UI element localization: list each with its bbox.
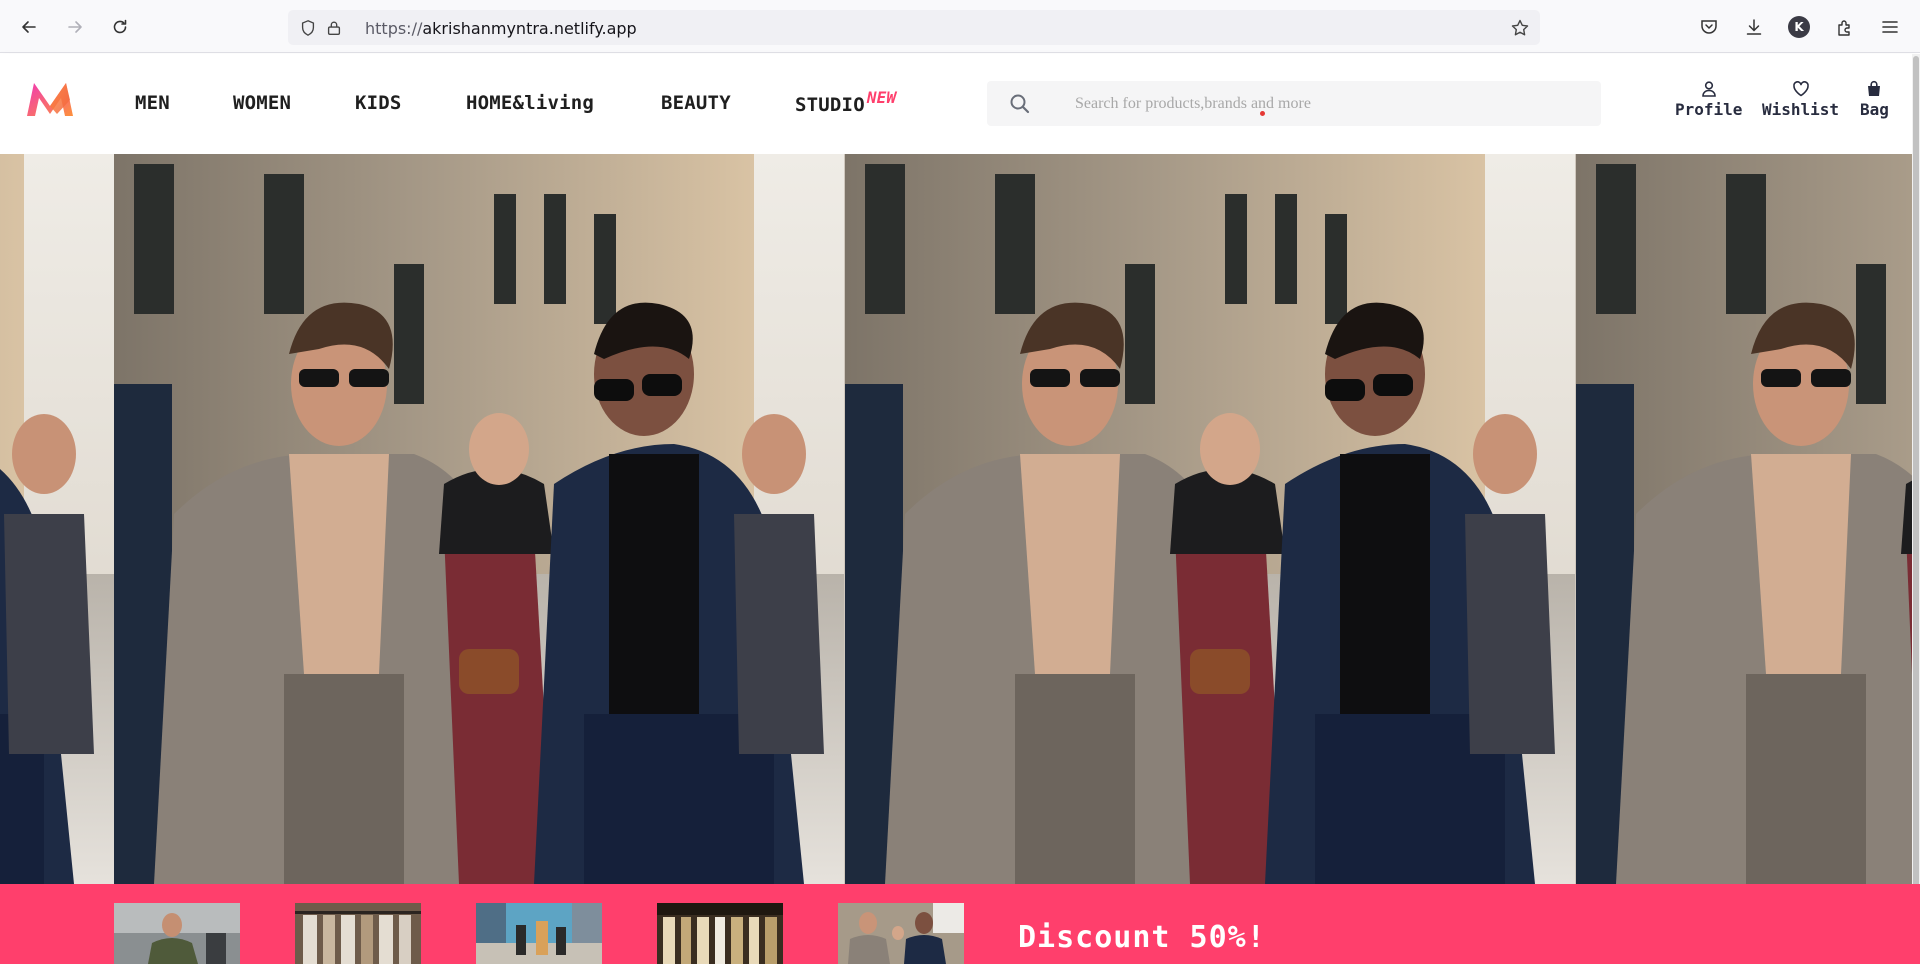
browser-toolbar: https://akrishanmyntra.netlify.app K bbox=[0, 0, 1920, 53]
search-bar[interactable] bbox=[987, 81, 1601, 126]
shield-icon[interactable] bbox=[298, 18, 318, 38]
heart-icon bbox=[1792, 81, 1809, 97]
nav-home-living[interactable]: HOME&living bbox=[466, 92, 594, 114]
extensions-icon[interactable] bbox=[1833, 15, 1857, 39]
back-icon[interactable] bbox=[15, 13, 43, 41]
search-icon[interactable] bbox=[1009, 93, 1031, 115]
nav-beauty[interactable]: BEAUTY bbox=[661, 92, 731, 114]
page-scrollbar[interactable] bbox=[1912, 54, 1920, 926]
url-scheme: https:// bbox=[365, 19, 423, 38]
search-input[interactable] bbox=[1075, 81, 1575, 126]
studio-new-badge: NEW bbox=[866, 88, 897, 107]
street-crowd-thumbnail[interactable] bbox=[476, 903, 602, 964]
promo-strip: Discount 50%! bbox=[0, 884, 1920, 964]
nav-studio-label: STUDIO bbox=[795, 94, 865, 116]
discount-text: Discount 50%! bbox=[1018, 920, 1266, 955]
myntra-logo[interactable] bbox=[24, 80, 76, 118]
bag-icon bbox=[1868, 80, 1881, 96]
profile-label: Profile bbox=[1675, 100, 1743, 119]
nav-men[interactable]: MEN bbox=[135, 92, 170, 114]
hero-image bbox=[1576, 154, 1920, 884]
nav-kids[interactable]: KIDS bbox=[355, 92, 402, 114]
address-bar[interactable]: https://akrishanmyntra.netlify.app bbox=[288, 10, 1540, 45]
star-icon[interactable] bbox=[1510, 18, 1530, 38]
hero-image bbox=[114, 154, 844, 884]
download-icon[interactable] bbox=[1742, 15, 1766, 39]
profile-icon bbox=[1701, 81, 1716, 97]
cursor-dot bbox=[1260, 111, 1265, 116]
wishlist-button[interactable]: Wishlist bbox=[1762, 80, 1839, 119]
hero-image bbox=[0, 154, 114, 884]
clothing-rack-thumbnail[interactable] bbox=[295, 903, 421, 964]
hero-banner[interactable] bbox=[0, 154, 1920, 884]
hero-image bbox=[845, 154, 1575, 884]
pocket-icon[interactable] bbox=[1697, 15, 1721, 39]
forward-icon[interactable] bbox=[61, 13, 89, 41]
nav-studio[interactable]: STUDIO NEW bbox=[795, 88, 896, 116]
url-text: https://akrishanmyntra.netlify.app bbox=[365, 19, 637, 38]
nav-women[interactable]: WOMEN bbox=[233, 92, 291, 114]
menu-icon[interactable] bbox=[1878, 15, 1902, 39]
profile-button[interactable]: Profile bbox=[1675, 80, 1742, 119]
scrollbar-thumb[interactable] bbox=[1913, 56, 1919, 926]
url-host: akrishanmyntra.netlify.app bbox=[422, 19, 637, 38]
site-header: MEN WOMEN KIDS HOME&living BEAUTY STUDIO… bbox=[0, 54, 1920, 154]
reload-icon[interactable] bbox=[106, 13, 134, 41]
man-coat-thumbnail[interactable] bbox=[114, 903, 240, 964]
lock-icon[interactable] bbox=[324, 18, 344, 38]
bag-button[interactable]: Bag bbox=[1860, 80, 1889, 119]
account-avatar[interactable]: K bbox=[1788, 16, 1810, 38]
men-walking-thumbnail[interactable] bbox=[838, 903, 964, 964]
wishlist-label: Wishlist bbox=[1762, 100, 1840, 119]
bag-label: Bag bbox=[1860, 100, 1889, 119]
boutique-thumbnail[interactable] bbox=[657, 903, 783, 964]
